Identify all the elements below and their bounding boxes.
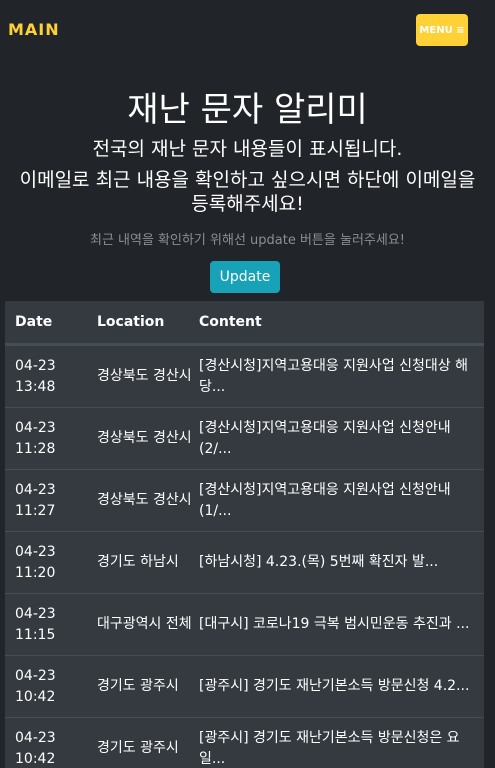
row-location: 경기도 광주시 bbox=[97, 678, 179, 694]
subtitle-email-notice: 이메일로 최근 내용을 확인하고 싶으시면 하단에 이메일을 등록해주세요! bbox=[19, 169, 476, 215]
row-content: [대구시] 코로나19 극복 범시민운동 추진과 ... bbox=[199, 616, 470, 632]
row-date: 04-23 11:27 bbox=[15, 481, 56, 519]
row-location: 경상북도 경산시 bbox=[97, 368, 192, 384]
row-date: 04-23 11:15 bbox=[15, 605, 56, 643]
row-date: 04-23 10:42 bbox=[15, 667, 56, 705]
row-content: [경산시청]지역고용대응 지원사업 신청안내(1/... bbox=[199, 481, 451, 519]
table-row[interactable]: 04-23 11:15 대구광역시 전체 [대구시] 코로나19 극복 범시민운… bbox=[5, 593, 484, 655]
brand-logo[interactable]: MAIN bbox=[8, 20, 60, 39]
row-location: 경기도 하남시 bbox=[97, 554, 179, 570]
update-hint: 최근 내역을 확인하기 위해선 update 버튼을 눌러주세요! bbox=[89, 233, 405, 248]
table-row[interactable]: 04-23 10:42 경기도 광주시 [광주시] 경기도 재난기본소득 방문신… bbox=[5, 717, 484, 768]
row-date: 04-23 13:48 bbox=[15, 357, 56, 395]
row-content: [경산시청]지역고용대응 지원사업 신청안내(2/... bbox=[199, 419, 451, 457]
row-content: [하남시청] 4.23.(목) 5번째 확진자 발... bbox=[199, 554, 439, 570]
header-date: Date bbox=[15, 314, 53, 330]
page-title: 재난 문자 알리미 bbox=[127, 90, 368, 130]
row-location: 대구광역시 전체 bbox=[97, 616, 192, 632]
update-button[interactable]: Update bbox=[210, 261, 280, 293]
row-location: 경상북도 경산시 bbox=[97, 492, 192, 508]
row-date: 04-23 11:20 bbox=[15, 543, 56, 581]
table-row[interactable]: 04-23 11:28 경상북도 경산시 [경산시청]지역고용대응 지원사업 신… bbox=[5, 407, 484, 469]
hero-section: 재난 문자 알리미 전국의 재난 문자 내용들이 표시됩니다. 이메일로 최근 … bbox=[0, 88, 495, 248]
table-header: Date Location Content bbox=[5, 301, 484, 345]
header-content: Content bbox=[199, 314, 262, 330]
row-content: [광주시] 경기도 재난기본소득 방문신청은 요일... bbox=[199, 729, 460, 767]
table-row[interactable]: 04-23 13:48 경상북도 경산시 [경산시청]지역고용대응 지원사업 신… bbox=[5, 345, 484, 407]
row-location: 경상북도 경산시 bbox=[97, 430, 192, 446]
table-row[interactable]: 04-23 11:20 경기도 하남시 [하남시청] 4.23.(목) 5번째 … bbox=[5, 531, 484, 593]
subtitle-description: 전국의 재난 문자 내용들이 표시됩니다. bbox=[92, 138, 403, 160]
header-location: Location bbox=[97, 314, 165, 330]
table-row[interactable]: 04-23 11:27 경상북도 경산시 [경산시청]지역고용대응 지원사업 신… bbox=[5, 469, 484, 531]
row-date: 04-23 10:42 bbox=[15, 729, 56, 767]
row-content: [광주시] 경기도 재난기본소득 방문신청 4.2... bbox=[199, 678, 470, 694]
row-location: 경기도 광주시 bbox=[97, 740, 179, 756]
table-row[interactable]: 04-23 10:42 경기도 광주시 [광주시] 경기도 재난기본소득 방문신… bbox=[5, 655, 484, 717]
alerts-table: Date Location Content 04-23 13:48 경상북도 경… bbox=[5, 301, 484, 768]
navbar: MAIN MENU ≡ bbox=[0, 0, 495, 62]
row-date: 04-23 11:28 bbox=[15, 419, 56, 457]
menu-button[interactable]: MENU ≡ bbox=[416, 14, 468, 46]
row-content: [경산시청]지역고용대응 지원사업 신청대상 해당... bbox=[199, 357, 468, 395]
